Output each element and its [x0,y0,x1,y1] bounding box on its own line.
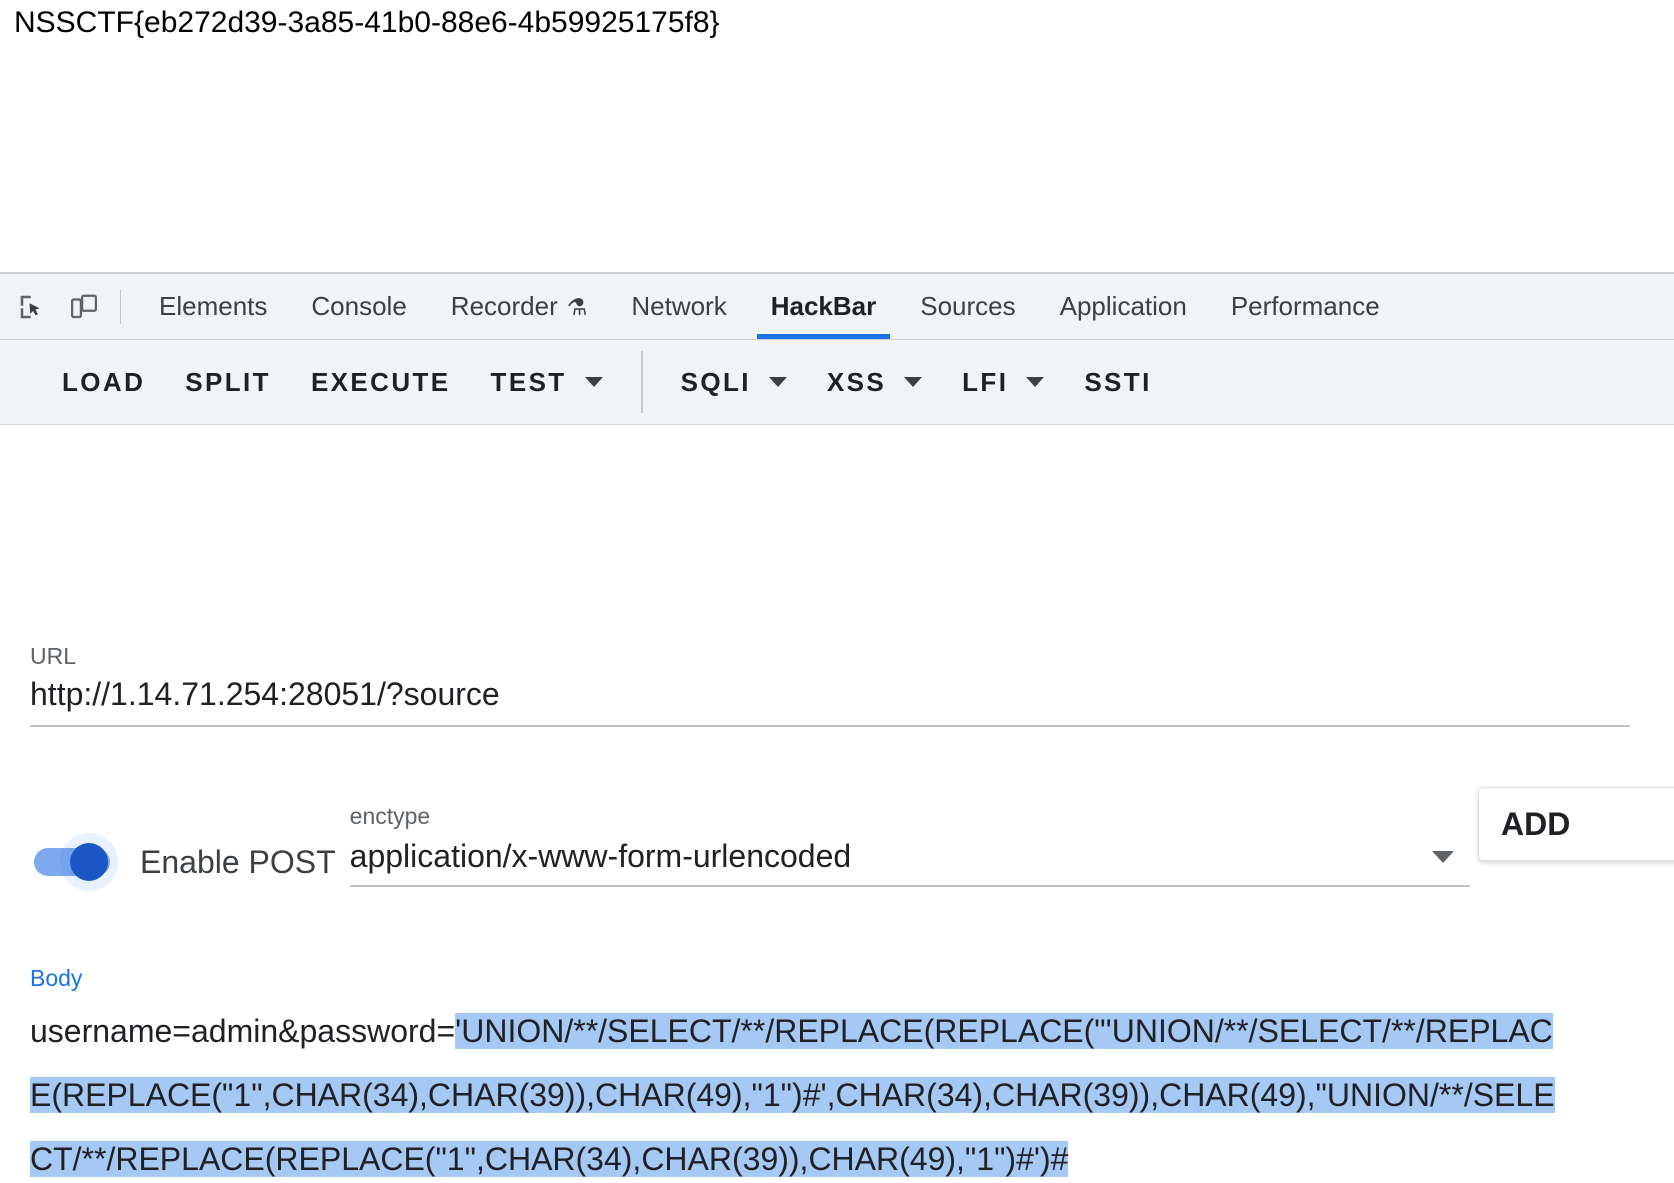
enctype-field: enctype application/x-www-form-urlencode… [349,803,1470,887]
chevron-down-icon [904,377,923,387]
ssti-menu-button[interactable]: SSTI [1064,340,1171,424]
toggle-switch[interactable] [30,843,116,881]
ssti-menu-label: SSTI [1084,366,1152,397]
xss-menu-button[interactable]: XSS [807,340,942,424]
toolbar-divider [120,289,121,324]
tab-performance-label: Performance [1230,291,1380,321]
execute-button[interactable]: EXECUTE [291,340,471,424]
device-toolbar-icon[interactable] [58,281,110,333]
body-label: Body [30,965,83,991]
tab-elements-label: Elements [159,291,268,321]
enable-post-toggle[interactable]: Enable POST [30,843,336,887]
execute-button-label: EXECUTE [310,366,451,397]
tab-sources-label: Sources [920,291,1016,321]
tab-application[interactable]: Application [1038,274,1209,339]
tab-application-label: Application [1059,291,1187,321]
tab-hackbar-label: HackBar [770,291,877,321]
url-field: URL http://1.14.71.254:28051/?source [30,643,1650,727]
lfi-menu-button[interactable]: LFI [942,340,1064,424]
enctype-value: application/x-www-form-urlencoded [349,838,852,874]
sqli-menu-label: SQLI [680,366,751,397]
tab-hackbar[interactable]: HackBar [749,274,899,339]
devtools-panel: Elements Console Recorder ⚗ Network HackB… [0,272,1674,1183]
body-prefix: username=admin&password= [30,1013,456,1049]
tab-network-label: Network [631,291,727,321]
tab-console[interactable]: Console [289,274,428,339]
hackbar-toolbar-divider [640,351,643,413]
tab-recorder[interactable]: Recorder ⚗ [429,274,610,339]
split-button-label: SPLIT [185,366,271,397]
flag-text: NSSCTF{eb272d39-3a85-41b0-88e6-4b5992517… [14,6,720,39]
flask-icon: ⚗ [566,294,588,320]
url-input[interactable]: http://1.14.71.254:28051/?source [30,676,1630,727]
load-button-label: LOAD [62,366,146,397]
body-input[interactable]: username=admin&password='UNION/**/SELECT… [30,999,1560,1183]
tab-recorder-label: Recorder [450,291,558,321]
tab-console-label: Console [311,291,407,321]
chevron-down-icon [1431,850,1454,863]
chevron-down-icon [1026,377,1045,387]
load-button[interactable]: LOAD [42,340,165,424]
body-field: Body username=admin&password='UNION/**/S… [30,965,1650,1183]
hackbar-toolbar: LOAD SPLIT EXECUTE TEST SQLI XSS LFI SST… [0,340,1674,425]
devtools-tabbar: Elements Console Recorder ⚗ Network HackB… [0,274,1674,340]
chevron-down-icon [584,377,603,387]
post-row: Enable POST enctype application/x-www-fo… [30,803,1670,887]
tab-performance[interactable]: Performance [1209,274,1402,339]
test-menu-button[interactable]: TEST [471,340,623,424]
url-label: URL [30,643,77,669]
add-button[interactable]: ADD [1478,787,1674,861]
add-button-label: ADD [1501,805,1571,842]
enable-post-label: Enable POST [140,843,336,880]
toggle-knob [70,843,108,881]
xss-menu-label: XSS [826,366,887,397]
test-menu-label: TEST [490,366,567,397]
page-content-area: NSSCTF{eb272d39-3a85-41b0-88e6-4b5992517… [0,0,1674,272]
enctype-label: enctype [349,803,431,829]
lfi-menu-label: LFI [962,366,1009,397]
tab-elements[interactable]: Elements [137,274,289,339]
inspect-element-icon[interactable] [6,281,58,333]
tab-sources[interactable]: Sources [898,274,1037,339]
sqli-menu-button[interactable]: SQLI [661,340,807,424]
hackbar-panel: URL http://1.14.71.254:28051/?source Ena… [0,425,1674,1183]
split-button[interactable]: SPLIT [165,340,291,424]
enctype-select[interactable]: application/x-www-form-urlencoded [349,838,1470,887]
tab-network[interactable]: Network [609,274,748,339]
chevron-down-icon [768,377,787,387]
